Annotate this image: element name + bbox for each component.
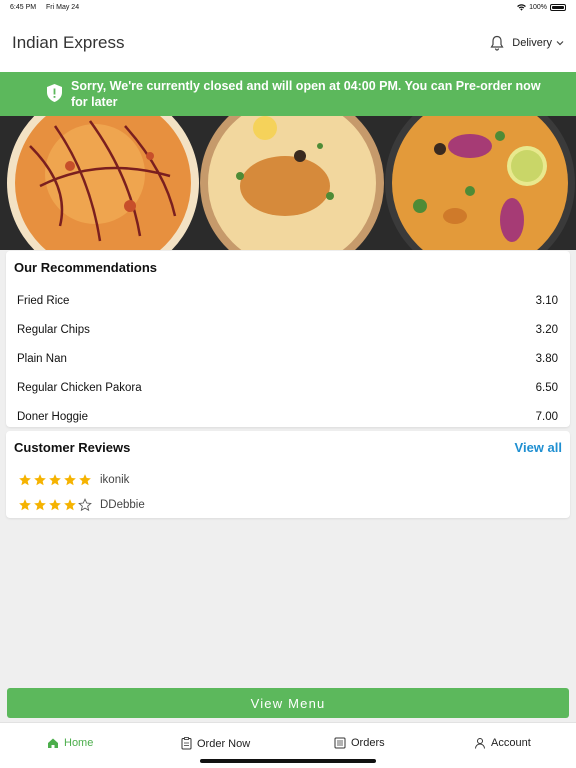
shield-alert-icon [47, 84, 62, 102]
chevron-down-icon [556, 41, 564, 46]
tab-orders[interactable]: Orders [334, 737, 385, 749]
tab-account[interactable]: Account [474, 737, 531, 749]
star-filled-icon [19, 498, 31, 510]
tab-label: Orders [351, 737, 385, 749]
status-time: 6:45 PM [10, 3, 37, 11]
recommendations-title: Our Recommendations [14, 260, 158, 275]
star-filled-icon [79, 473, 91, 485]
delivery-mode-select[interactable]: Delivery [512, 37, 564, 49]
status-date: Fri May 24 [46, 3, 80, 11]
orders-icon [334, 737, 346, 749]
star-filled-icon [34, 473, 46, 485]
recommendations-list: Fried Rice 3.10 Regular Chips 3.20 Plain… [6, 286, 570, 431]
tab-home[interactable]: Home [47, 737, 93, 749]
reviews-title: Customer Reviews [14, 440, 131, 455]
star-rating [18, 497, 92, 512]
star-rating [18, 473, 92, 487]
tab-label: Home [64, 737, 94, 749]
home-icon [48, 738, 58, 748]
item-name: Regular Chicken Pakora [17, 381, 142, 394]
battery-icon [550, 3, 566, 11]
star-filled-icon [64, 498, 76, 510]
customer-reviews-card: Customer Reviews View all ikonik DDebbie [6, 431, 570, 518]
item-price: 6.50 [535, 381, 558, 394]
item-price: 3.20 [535, 323, 558, 336]
star-empty-icon [78, 497, 92, 511]
bottom-tab-bar: Home Order Now Orders Account [0, 722, 576, 768]
account-icon [475, 738, 485, 749]
review-item: DDebbie [6, 492, 570, 517]
home-indicator [200, 759, 376, 763]
view-all-reviews-link[interactable]: View all [515, 440, 562, 455]
item-name: Plain Nan [17, 352, 67, 365]
status-bar: 6:45 PM Fri May 24 100% [0, 0, 576, 14]
reviewer-name: DDebbie [100, 498, 145, 511]
hero-food-image [0, 116, 576, 250]
item-price: 3.10 [535, 294, 558, 307]
tab-label: Account [491, 737, 531, 749]
star-filled-icon [34, 498, 46, 510]
item-price: 7.00 [535, 410, 558, 423]
recommendations-card: Our Recommendations Fried Rice 3.10 Regu… [6, 251, 570, 427]
battery-percent: 100% [529, 3, 547, 11]
tab-order-now[interactable]: Order Now [181, 737, 250, 750]
app-header: Indian Express Delivery [0, 14, 576, 72]
recommendation-item[interactable]: Regular Chips 3.20 [6, 315, 570, 344]
tab-label: Order Now [197, 737, 251, 750]
recommendation-item[interactable]: Doner Hoggie 7.00 [6, 402, 570, 431]
closed-banner: Sorry, We're currently closed and will o… [0, 72, 576, 116]
item-name: Fried Rice [17, 294, 70, 307]
review-item: ikonik [6, 467, 570, 492]
recommendation-item[interactable]: Regular Chicken Pakora 6.50 [6, 373, 570, 402]
star-filled-icon [19, 473, 31, 485]
item-name: Regular Chips [17, 323, 90, 336]
banner-message: Sorry, We're currently closed and will o… [71, 79, 541, 109]
order-icon [181, 737, 192, 750]
recommendation-item[interactable]: Plain Nan 3.80 [6, 344, 570, 373]
bell-icon[interactable] [490, 35, 504, 51]
recommendation-item[interactable]: Fried Rice 3.10 [6, 286, 570, 315]
reviewer-name: ikonik [100, 473, 130, 486]
star-filled-icon [49, 498, 61, 510]
view-menu-button[interactable]: View Menu [7, 688, 569, 718]
item-name: Doner Hoggie [17, 410, 88, 423]
wifi-icon [517, 3, 526, 11]
star-filled-icon [49, 473, 61, 485]
restaurant-title: Indian Express [12, 33, 125, 52]
delivery-mode-label: Delivery [512, 37, 552, 49]
item-price: 3.80 [535, 352, 558, 365]
star-filled-icon [64, 473, 76, 485]
